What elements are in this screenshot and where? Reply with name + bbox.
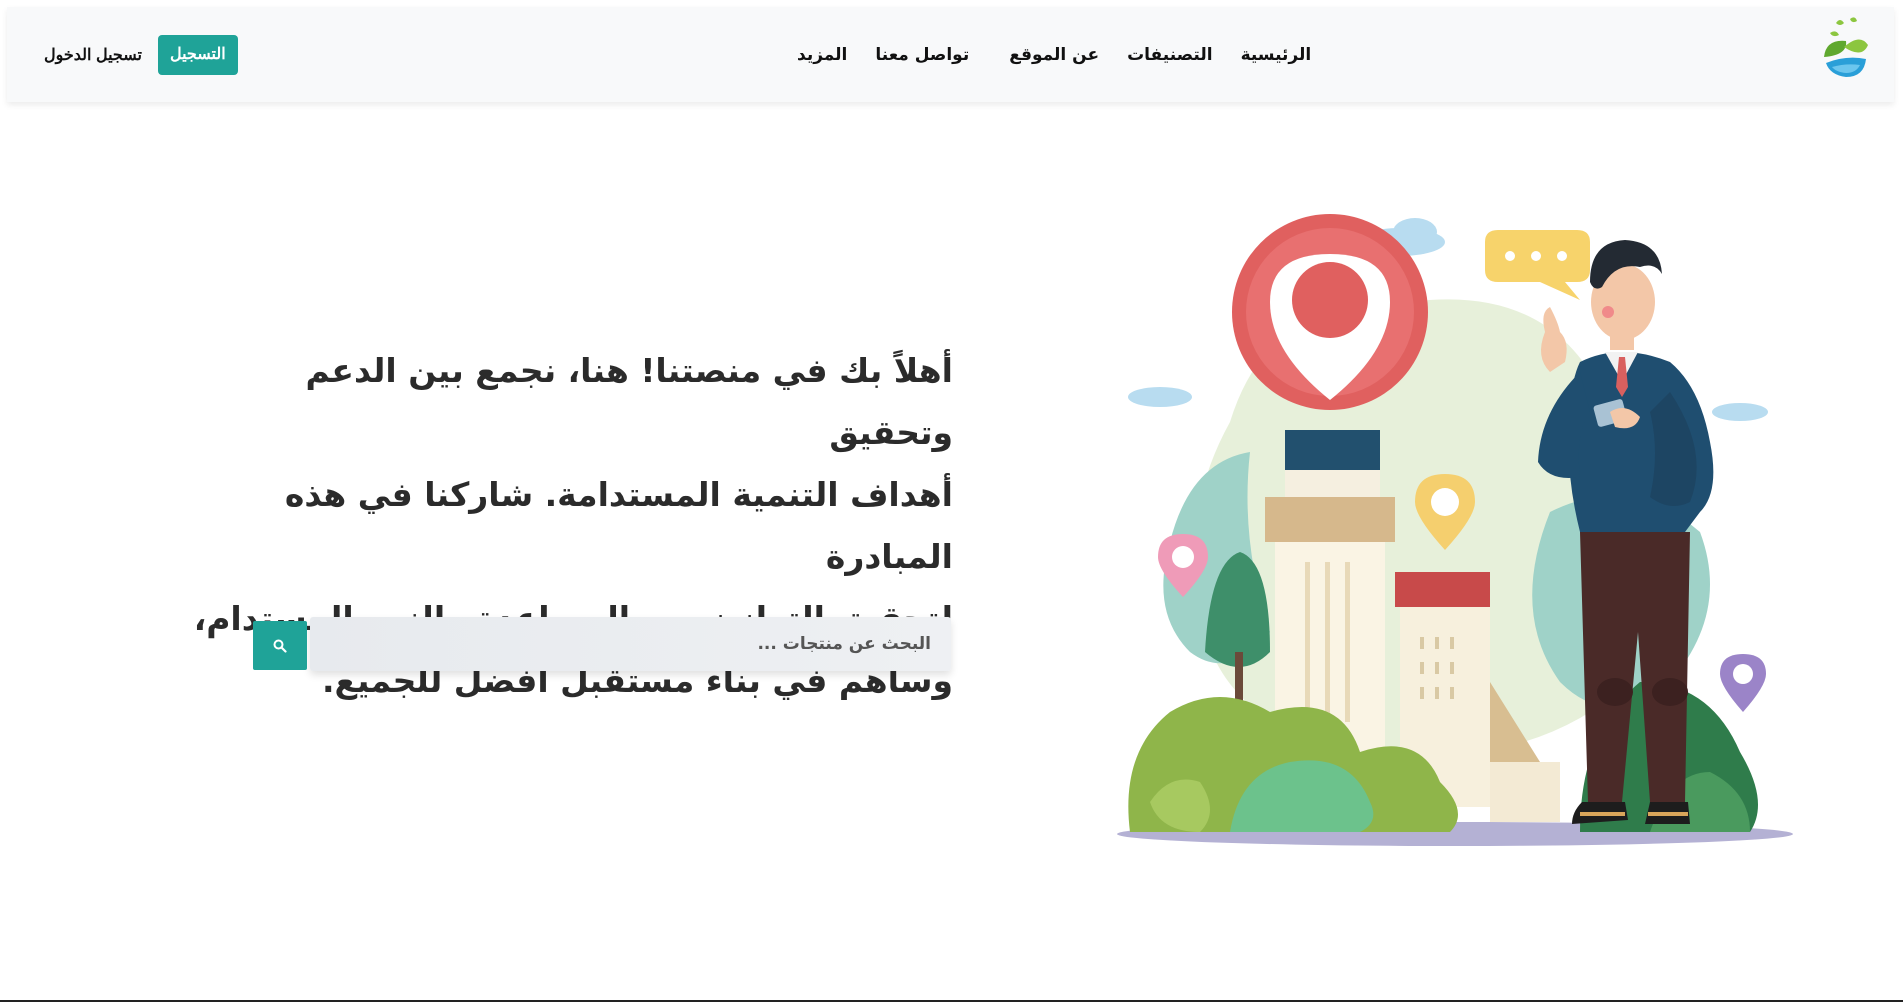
top-navbar: الرئيسية التصنيفات عن الموقع تواصل معنا … [7, 7, 1894, 102]
search-button[interactable] [253, 621, 307, 670]
nav-link-about[interactable]: عن الموقع [1009, 45, 1099, 65]
search-icon [273, 639, 287, 653]
nav-link-home[interactable]: الرئيسية [1241, 45, 1312, 65]
product-search [253, 617, 951, 671]
hero-line: أهداف التنمية المستدامة. شاركنا في هذه ا… [284, 475, 953, 576]
search-input[interactable] [310, 617, 951, 671]
hero-illustration [1110, 212, 1810, 852]
login-button[interactable]: تسجيل الدخول [44, 45, 142, 65]
auth-buttons: التسجيل تسجيل الدخول [44, 7, 238, 102]
main-nav: الرئيسية التصنيفات عن الموقع تواصل معنا … [797, 7, 1311, 102]
register-button[interactable]: التسجيل [157, 34, 238, 75]
nav-link-categories[interactable]: التصنيفات [1127, 45, 1212, 65]
nav-link-contact[interactable]: تواصل معنا [875, 45, 969, 65]
hero-line: أهلاً بك في منصتنا! هنا، نجمع بين الدعم … [305, 351, 953, 452]
nav-link-more[interactable]: المزيد [797, 45, 847, 65]
leaf-drop-logo[interactable] [1816, 15, 1876, 83]
